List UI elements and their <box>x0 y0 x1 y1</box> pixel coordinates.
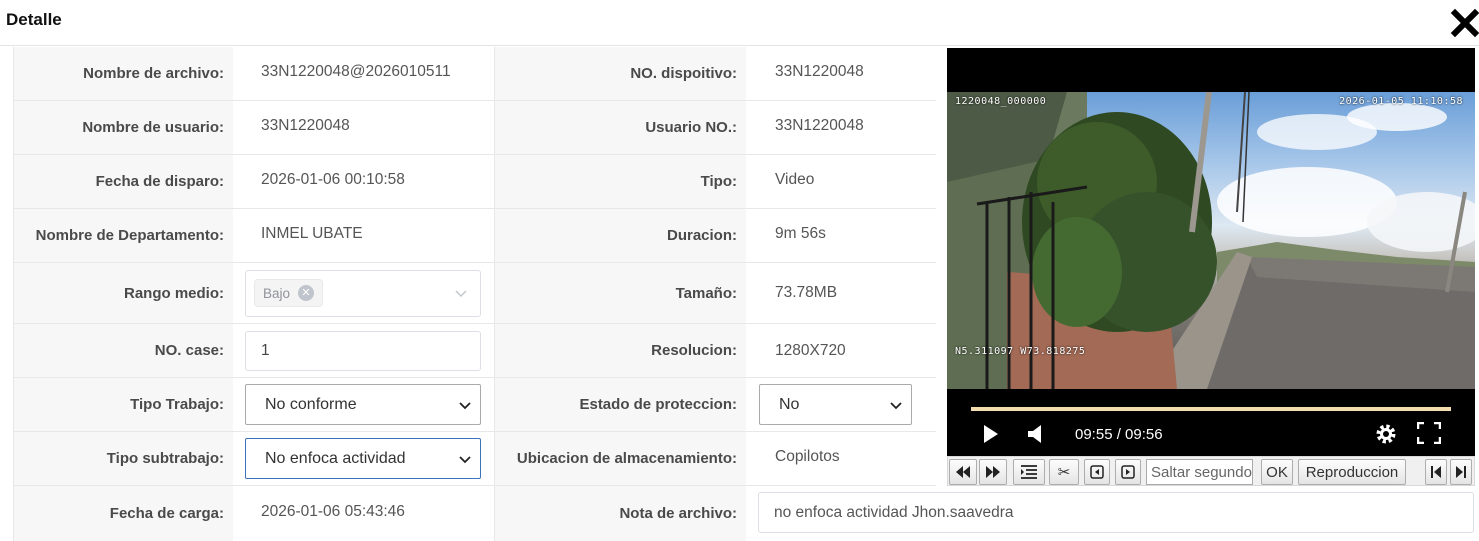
value-nombre-usuario: 33N1220048 <box>233 101 495 154</box>
scissors-icon[interactable]: ✂ <box>1049 459 1079 485</box>
osd-device-id: 1220048_000000 <box>955 96 1047 107</box>
value-tipo: Video <box>775 170 815 188</box>
list-icon[interactable] <box>1013 459 1045 485</box>
close-icon[interactable] <box>1450 8 1479 38</box>
value-no-dispositivo: 33N1220048 <box>775 62 864 80</box>
frame-back-icon[interactable] <box>1084 459 1110 485</box>
cell-no-case: 1 <box>233 324 495 377</box>
fast-forward-icon[interactable] <box>979 459 1007 485</box>
detail-form: Nombre de archivo: 33N1220048@2026010511… <box>13 47 936 541</box>
cell-rango-medio: Bajo ✕ <box>233 263 495 323</box>
nota-archivo-input[interactable]: no enfoca actividad Jhon.saavedra <box>758 492 1474 533</box>
row-tipo-subtrabajo: Tipo subtrabajo: No enfoca actividad Ubi… <box>14 432 936 486</box>
rango-medio-tag-label: Bajo <box>263 285 291 301</box>
cell-estado-proteccion: No <box>746 378 936 431</box>
video-scene <box>947 92 1475 389</box>
chevron-down-icon <box>890 401 902 409</box>
progress-bar[interactable] <box>971 407 1451 411</box>
value-duracion: 9m 56s <box>775 224 826 242</box>
osd-gps: N5.311097 W73.818275 <box>955 346 1086 357</box>
settings-gear-icon[interactable] <box>1374 422 1398 446</box>
label-tipo-subtrabajo: Tipo subtrabajo: <box>14 432 233 485</box>
label-tamano: Tamaño: <box>495 263 746 323</box>
label-fecha-disparo: Fecha de disparo: <box>14 155 233 208</box>
cell-tipo-trabajo: No conforme <box>233 378 495 431</box>
label-usuario-no: Usuario NO.: <box>495 101 746 154</box>
label-tipo-trabajo: Tipo Trabajo: <box>14 378 233 431</box>
label-fecha-carga: Fecha de carga: <box>14 486 233 541</box>
rewind-icon[interactable] <box>949 459 977 485</box>
dialog-title: Detalle <box>6 10 62 29</box>
label-nombre-archivo: Nombre de archivo: <box>14 47 233 100</box>
player-controls: 09:55 / 09:56 <box>947 389 1475 456</box>
play-icon[interactable] <box>983 424 999 444</box>
value-nombre-archivo: 33N1220048@2026010511 <box>233 47 495 100</box>
player-toolbar: ✂ Saltar segundo OK Reproduccion <box>947 456 1475 486</box>
cell-tipo-subtrabajo: No enfoca actividad <box>233 432 495 485</box>
label-tipo: Tipo: <box>495 155 746 208</box>
label-no-case: NO. case: <box>14 324 233 377</box>
no-case-input[interactable]: 1 <box>245 330 481 371</box>
rango-medio-tag: Bajo ✕ <box>254 279 324 307</box>
frame-forward-icon[interactable] <box>1115 459 1141 485</box>
row-tipo-trabajo: Tipo Trabajo: No conforme Estado de prot… <box>14 378 936 432</box>
value-fecha-disparo: 2026-01-06 00:10:58 <box>233 155 495 208</box>
rango-medio-select[interactable]: Bajo ✕ <box>245 269 481 317</box>
chevron-down-icon <box>459 401 471 409</box>
video-player[interactable]: 1220048_000000 2026-01-05 11:10:58 N5.31… <box>947 48 1475 456</box>
video-frame[interactable]: 1220048_000000 2026-01-05 11:10:58 N5.31… <box>947 92 1475 389</box>
value-tamano: 73.78MB <box>775 284 838 301</box>
fullscreen-icon[interactable] <box>1417 422 1441 444</box>
value-usuario-no: 33N1220048 <box>775 116 864 134</box>
row-rango: Rango medio: Bajo ✕ Tamaño: 73.78MB <box>14 263 936 324</box>
row-fecha-disparo: Fecha de disparo: 2026-01-06 00:10:58 Ti… <box>14 155 936 209</box>
dialog-header: Detalle <box>0 0 1479 46</box>
tipo-subtrabajo-select[interactable]: No enfoca actividad <box>245 438 481 479</box>
estado-proteccion-selected: No <box>779 395 800 413</box>
label-estado-proteccion: Estado de proteccion: <box>495 378 746 431</box>
ok-button[interactable]: OK <box>1261 459 1293 485</box>
label-duracion: Duracion: <box>495 209 746 262</box>
chevron-down-icon <box>455 290 467 297</box>
estado-proteccion-select[interactable]: No <box>759 384 912 425</box>
row-departamento: Nombre de Departamento: INMEL UBATE Dura… <box>14 209 936 263</box>
label-resolucion: Resolucion: <box>495 324 746 377</box>
playback-button[interactable]: Reproduccion <box>1298 459 1406 485</box>
tag-close-icon[interactable]: ✕ <box>298 285 315 301</box>
row-usuario: Nombre de usuario: 33N1220048 Usuario NO… <box>14 101 936 155</box>
label-nota-archivo: Nota de archivo: <box>495 486 746 541</box>
volume-icon[interactable] <box>1027 424 1045 444</box>
chevron-down-icon <box>459 455 471 463</box>
tipo-subtrabajo-selected: No enfoca actividad <box>265 449 406 467</box>
progress-fill <box>971 407 1451 411</box>
row-archivo: Nombre de archivo: 33N1220048@2026010511… <box>14 47 936 101</box>
tipo-trabajo-select[interactable]: No conforme <box>245 384 481 425</box>
skip-start-icon[interactable] <box>1425 459 1447 485</box>
value-departamento: INMEL UBATE <box>233 209 495 262</box>
label-departamento: Nombre de Departamento: <box>14 209 233 262</box>
skip-end-icon[interactable] <box>1450 459 1472 485</box>
osd-timestamp: 2026-01-05 11:10:58 <box>1339 96 1463 107</box>
value-fecha-carga: 2026-01-06 05:43:46 <box>233 486 495 541</box>
tipo-trabajo-selected: No conforme <box>265 395 357 413</box>
seek-seconds-input[interactable]: Saltar segundo <box>1146 459 1253 485</box>
label-nombre-usuario: Nombre de usuario: <box>14 101 233 154</box>
label-ubicacion: Ubicacion de almacenamiento: <box>495 432 746 485</box>
value-ubicacion: Copilotos <box>775 447 840 465</box>
value-resolucion: 1280X720 <box>775 341 846 359</box>
label-no-dispositivo: NO. dispoitivo: <box>495 47 746 100</box>
row-case: NO. case: 1 Resolucion: 1280X720 <box>14 324 936 378</box>
label-rango-medio: Rango medio: <box>14 263 233 323</box>
playback-time: 09:55 / 09:56 <box>1075 426 1163 443</box>
